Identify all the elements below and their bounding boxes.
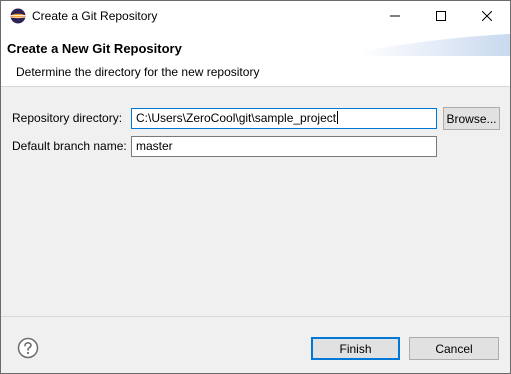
footer-separator — [1, 316, 510, 317]
maximize-icon — [436, 11, 446, 21]
eclipse-icon — [10, 8, 26, 24]
text-caret — [337, 111, 339, 124]
default-branch-label: Default branch name: — [12, 139, 127, 153]
help-icon[interactable] — [17, 337, 39, 359]
repository-directory-value: C:\Users\ZeroCool\git\sample_project — [136, 111, 337, 125]
browse-button[interactable]: Browse... — [443, 107, 500, 130]
maximize-button[interactable] — [418, 1, 464, 31]
default-branch-value: master — [136, 139, 173, 153]
form-area: Repository directory: C:\Users\ZeroCool\… — [1, 87, 510, 315]
repository-directory-label: Repository directory: — [12, 111, 123, 125]
wizard-title: Create a New Git Repository — [7, 41, 182, 56]
wizard-header-banner: Create a New Git Repository Determine th… — [1, 31, 510, 87]
create-git-repository-dialog: Create a Git Repository Create a New Git… — [0, 0, 511, 374]
wizard-description: Determine the directory for the new repo… — [16, 65, 260, 79]
minimize-button[interactable] — [372, 1, 418, 31]
minimize-icon — [390, 15, 400, 17]
default-branch-input[interactable]: master — [131, 136, 437, 157]
title-bar: Create a Git Repository — [1, 1, 510, 31]
banner-decoration — [360, 34, 510, 56]
close-button[interactable] — [464, 1, 510, 31]
cancel-button[interactable]: Cancel — [409, 337, 499, 360]
window-title: Create a Git Repository — [32, 9, 158, 23]
finish-button[interactable]: Finish — [311, 337, 400, 360]
repository-directory-input[interactable]: C:\Users\ZeroCool\git\sample_project — [131, 108, 437, 129]
close-icon — [482, 11, 492, 21]
